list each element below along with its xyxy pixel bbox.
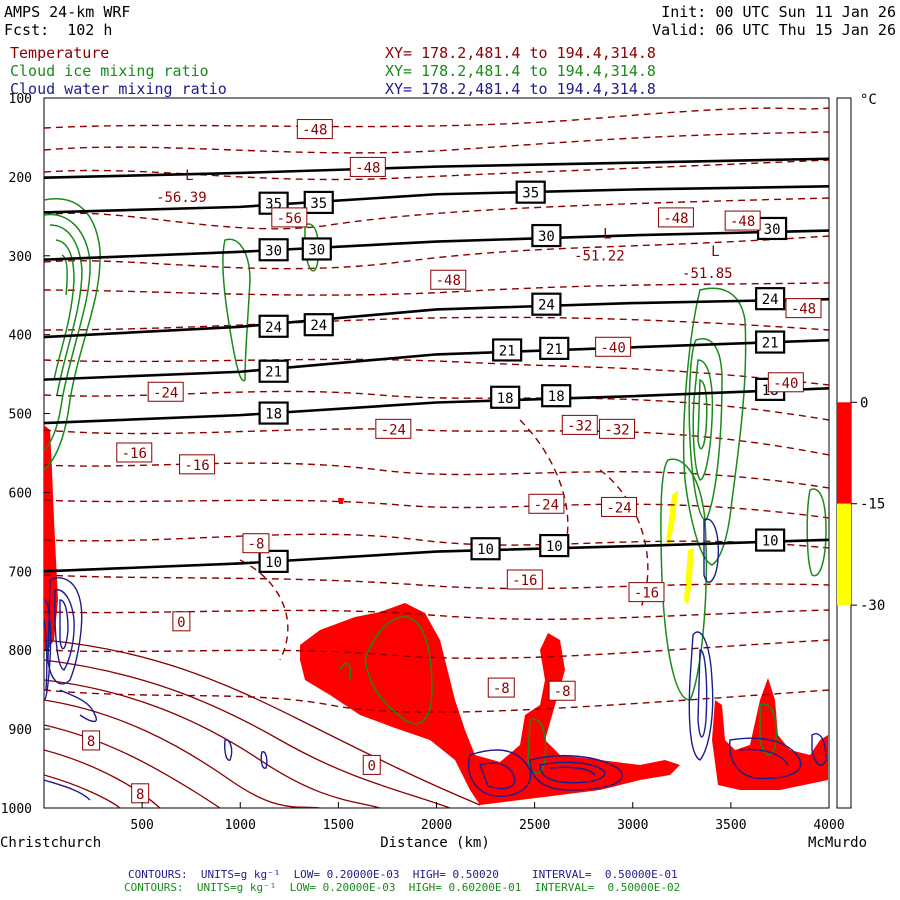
y-tick-label: 600 [9,486,32,501]
theta-label: 10 [762,534,779,550]
temperature-label: -48 [663,211,688,227]
temperature-label: -16 [512,573,537,589]
colorbar-unit: °C [860,92,877,108]
theta-label: 24 [538,298,555,314]
cross-section-chart: 1010101018181818212121212424242430303030… [0,92,885,851]
y-tick-label: 900 [9,723,32,738]
theta-label: 21 [546,342,563,358]
theta-label: 21 [762,336,779,352]
colorbar-tick-label: -30 [860,598,885,614]
temperature-label: -8 [493,681,510,697]
temperature-label: -48 [355,160,380,176]
low-value: -51.85 [682,266,733,282]
y-tick-label: 500 [9,408,32,423]
temperature-label: -24 [606,500,631,516]
temperature-label: -32 [567,418,592,434]
y-tick-label: 200 [9,171,32,186]
theta-label: 10 [265,555,282,571]
temperature-label: -8 [554,684,571,700]
y-tick-label: 700 [9,565,32,580]
x-end-label-right: McMurdo [808,835,867,851]
theta-label: 24 [310,318,327,334]
theta-label: 10 [546,539,563,555]
colorbar: 0 -15 -30 °C [836,92,885,809]
theta-label: 30 [265,243,282,259]
theta-label: 24 [762,292,779,308]
theta-label: 21 [499,343,516,359]
temperature-label: -24 [534,497,559,513]
temperature-label: 0 [368,758,376,774]
theta-label: 18 [497,391,514,407]
low-marker: L [711,244,719,260]
low-value: -56.39 [156,190,207,206]
temperature-label: 0 [177,615,185,631]
footer-cloud-ice-contours: CONTOURS: UNITS=g kg⁻¹ LOW= 0.20000E-03 … [124,881,681,894]
colorbar-tick-label: 0 [860,395,868,411]
x-axis-label: Distance (km) [380,835,490,851]
theta-label: 35 [522,186,539,202]
x-tick-label: 2500 [519,818,550,833]
temperature-label: -40 [600,340,625,356]
temperature-label: -48 [302,123,327,139]
theta-label: 21 [265,365,282,381]
y-tick-label: 800 [9,644,32,659]
temperature-label: -16 [634,586,659,602]
low-marker: L [185,168,193,184]
temperature-label: -48 [730,214,755,230]
theta-label: 30 [764,222,781,238]
y-tick-label: 100 [9,92,32,107]
x-tick-label: 1000 [225,818,256,833]
y-tick-label: 1000 [1,802,32,817]
temperature-label: 8 [87,734,95,750]
temperature-label: -24 [153,385,178,401]
colorbar-band [837,402,851,504]
colorbar-band [837,503,851,606]
temperature-label: -16 [184,458,209,474]
x-tick-label: 4000 [813,818,844,833]
theta-label: 35 [310,196,327,212]
theta-label: 30 [308,242,325,258]
temperature-label: -48 [436,273,461,289]
temperature-label: -32 [604,422,629,438]
theta-label: 18 [265,407,282,423]
temperature-label: -40 [773,376,798,392]
temperature-label: -56 [277,211,302,227]
colorbar-scale: 0 -15 -30 [837,395,885,614]
x-tick-label: 2000 [421,818,452,833]
temperature-label: -16 [122,446,147,462]
temperature-label: -48 [791,302,816,318]
theta-label: 10 [477,542,494,558]
x-tick-label: 1500 [323,818,354,833]
x-tick-label: 3500 [715,818,746,833]
colorbar-tick-label: -15 [860,497,885,513]
y-tick-label: 300 [9,250,32,265]
temperature-label: -8 [248,537,265,553]
x-tick-label: 500 [130,818,153,833]
x-end-label-left: Christchurch [0,835,101,851]
footer-cloud-water-contours: CONTOURS: UNITS=g kg⁻¹ LOW= 0.20000E-03 … [128,868,678,881]
theta-label: 24 [265,320,282,336]
theta-label: 18 [548,389,565,405]
theta-label: 30 [538,229,555,245]
low-marker: L [603,227,611,243]
temperature-label: -24 [381,422,406,438]
x-tick-label: 3000 [617,818,648,833]
y-tick-label: 400 [9,329,32,344]
low-value: -51.22 [574,249,625,265]
temperature-label: 8 [136,787,144,803]
